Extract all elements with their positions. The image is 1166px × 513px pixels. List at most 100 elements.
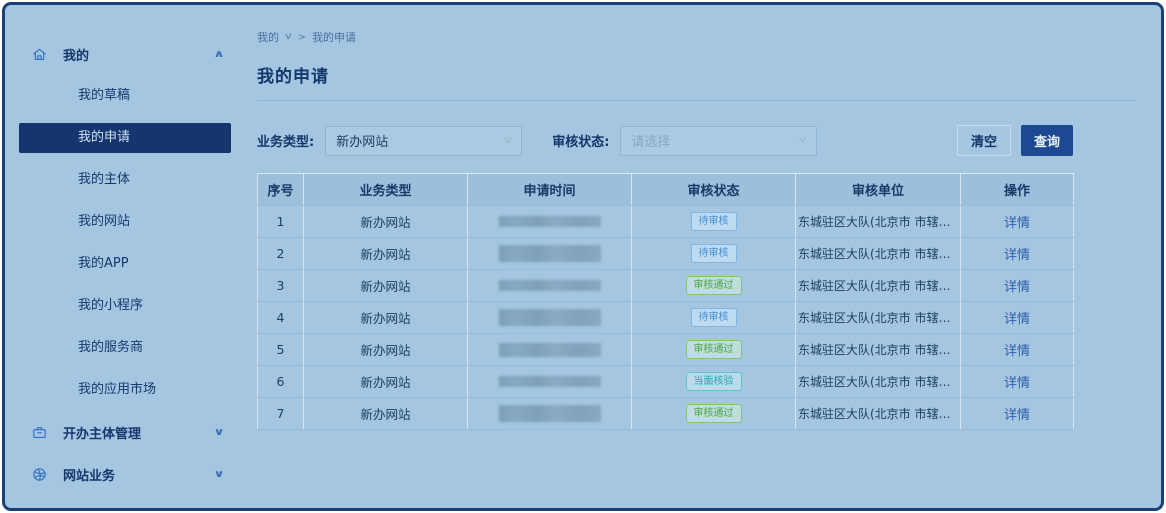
column-header: 审核状态 (631, 173, 796, 206)
globe-icon (31, 466, 48, 483)
breadcrumb-root[interactable]: 我的 (257, 29, 279, 45)
table-row: 3 新办网站 审核通过 东城驻区大队(北京市 市辖区 ... 详情 (257, 269, 1074, 302)
chevron-down-icon: ∨ (213, 511, 224, 512)
review-status-cell: 待审核 (631, 205, 796, 238)
sidebar-item[interactable]: 我的申请 (19, 123, 231, 153)
status-badge: 待审核 (690, 211, 737, 232)
row-index: 3 (257, 269, 304, 302)
review-unit-cell: 东城驻区大队(北京市 市辖区 ... (795, 269, 961, 302)
sidebar-item[interactable]: 我的网站 (19, 207, 231, 237)
sidebar-group-mine[interactable]: 我的 ∧ (19, 39, 231, 69)
redacted-time-blur (498, 280, 601, 291)
row-index: 2 (257, 237, 304, 270)
review-status-label: 审核状态: (552, 135, 610, 150)
row-index: 1 (257, 205, 304, 238)
business-type-cell: 新办网站 (303, 301, 468, 334)
application-time-cell (467, 269, 632, 302)
table-header: 序号 业务类型 申请时间 审核状态 审核单位 操作 (257, 173, 1074, 206)
column-header: 序号 (257, 173, 304, 206)
row-index: 7 (257, 397, 304, 430)
status-badge: 待审核 (690, 307, 737, 328)
rings-icon (31, 508, 48, 509)
business-type-label: 业务类型: (257, 135, 315, 150)
sidebar-item[interactable]: 我的草稿 (19, 81, 231, 111)
redacted-time-blur (498, 245, 601, 262)
review-status-cell: 待审核 (631, 237, 796, 270)
application-time-cell (467, 365, 632, 398)
detail-link[interactable]: 详情 (1004, 376, 1030, 391)
review-unit-cell: 东城驻区大队(北京市 市辖区 ... (795, 397, 961, 430)
row-index: 6 (257, 365, 304, 398)
redacted-time-blur (498, 405, 601, 422)
sidebar-group-subject-mgmt[interactable]: 开办主体管理 ∨ (19, 417, 231, 447)
detail-link[interactable]: 详情 (1004, 312, 1030, 327)
table-row: 5 新办网站 审核通过 东城驻区大队(北京市 市辖区 ... 详情 (257, 333, 1074, 366)
application-time-cell (467, 237, 632, 270)
review-status-select[interactable]: 请选择 ∨ (620, 125, 818, 156)
sidebar-item[interactable]: 我的小程序 (19, 291, 231, 321)
application-time-cell (467, 333, 632, 366)
clear-button[interactable]: 清空 (956, 125, 1011, 156)
business-type-cell: 新办网站 (303, 333, 468, 366)
sidebar-item[interactable]: 我的服务商 (19, 333, 231, 363)
breadcrumb-separator: > (297, 31, 306, 43)
detail-link[interactable]: 详情 (1004, 344, 1030, 359)
business-type-cell: 新办网站 (303, 397, 468, 430)
detail-link[interactable]: 详情 (1004, 408, 1030, 423)
table-row: 4 新办网站 待审核 东城驻区大队(北京市 市辖区 ... 详情 (257, 301, 1074, 334)
chevron-down-icon: ∨ (502, 135, 514, 146)
sidebar-group-website-biz[interactable]: 网站业务 ∨ (19, 459, 231, 489)
chevron-down-icon: ∨ (797, 135, 809, 146)
detail-link[interactable]: 详情 (1004, 216, 1030, 231)
chevron-up-icon: ∧ (213, 48, 225, 60)
detail-link[interactable]: 详情 (1004, 280, 1030, 295)
business-type-select[interactable]: 新办网站 ∨ (325, 125, 523, 156)
page-title: 我的申请 (257, 67, 329, 87)
query-button[interactable]: 查询 (1020, 125, 1073, 156)
status-badge: 审核通过 (685, 339, 742, 360)
review-unit-cell: 东城驻区大队(北京市 市辖区 ... (795, 365, 961, 398)
review-status-cell: 审核通过 (631, 333, 796, 366)
column-header: 操作 (960, 173, 1074, 206)
action-cell: 详情 (960, 205, 1074, 238)
sidebar-item[interactable]: 我的APP (19, 249, 231, 279)
sidebar-group-label: 网站业务 (63, 468, 116, 484)
sidebar-item[interactable]: 我的应用市场 (19, 375, 231, 405)
chevron-down-icon: ∨ (283, 32, 293, 42)
review-unit-cell: 东城驻区大队(北京市 市辖区 ... (795, 301, 961, 334)
sidebar-group-label: 我的 (63, 48, 90, 64)
table-row: 2 新办网站 待审核 东城驻区大队(北京市 市辖区 ... 详情 (257, 237, 1074, 270)
action-cell: 详情 (960, 301, 1074, 334)
redacted-time-blur (498, 376, 601, 387)
chevron-down-icon: ∨ (213, 426, 225, 438)
status-badge: 待审核 (690, 243, 737, 264)
row-index: 4 (257, 301, 304, 334)
detail-link[interactable]: 详情 (1004, 248, 1030, 263)
action-cell: 详情 (960, 397, 1074, 430)
applications-table: 序号 业务类型 申请时间 审核状态 审核单位 操作 1 新办网站 待审核 东城驻区大队(北京市 … (257, 173, 1074, 430)
business-type-cell: 新办网站 (303, 205, 468, 238)
application-time-cell (467, 205, 632, 238)
sidebar: 我的 ∧ 我的草稿我的申请我的主体我的网站我的APP 我的小程序我的服务商我的应用市场… (5, 5, 245, 508)
redacted-time-blur (498, 309, 601, 326)
breadcrumb-current: 我的申请 (311, 31, 356, 44)
action-cell: 详情 (960, 333, 1074, 366)
sidebar-group-app-biz[interactable]: APP业务 ∨ (19, 501, 231, 512)
column-header: 业务类型 (303, 173, 468, 206)
content-area: 业务类型: 新办网站 ∨ 审核状态: 请选择 ∨ 清空 查询 序号 业务类型 申… (257, 125, 1074, 430)
table-row: 1 新办网站 待审核 东城驻区大队(北京市 市辖区 ... 详情 (257, 205, 1074, 238)
review-status-cell: 审核通过 (631, 269, 796, 302)
review-status-cell: 当面核验 (631, 365, 796, 398)
redacted-time-blur (498, 342, 601, 357)
sidebar-group-label: 开办主体管理 (63, 426, 142, 442)
sidebar-item[interactable]: 我的主体 (19, 165, 231, 195)
business-type-value: 新办网站 (336, 135, 389, 150)
review-status-cell: 待审核 (631, 301, 796, 334)
table-body: 1 新办网站 待审核 东城驻区大队(北京市 市辖区 ... 详情 2 新办网站 待审核 东城驻区… (257, 205, 1074, 430)
review-status-cell: 审核通过 (631, 397, 796, 430)
status-badge: 审核通过 (685, 275, 742, 296)
table-row: 7 新办网站 审核通过 东城驻区大队(北京市 市辖区 ... 详情 (257, 397, 1074, 430)
action-cell: 详情 (960, 365, 1074, 398)
application-time-cell (467, 397, 632, 430)
table-row: 6 新办网站 当面核验 东城驻区大队(北京市 市辖区 ... 详情 (257, 365, 1074, 398)
